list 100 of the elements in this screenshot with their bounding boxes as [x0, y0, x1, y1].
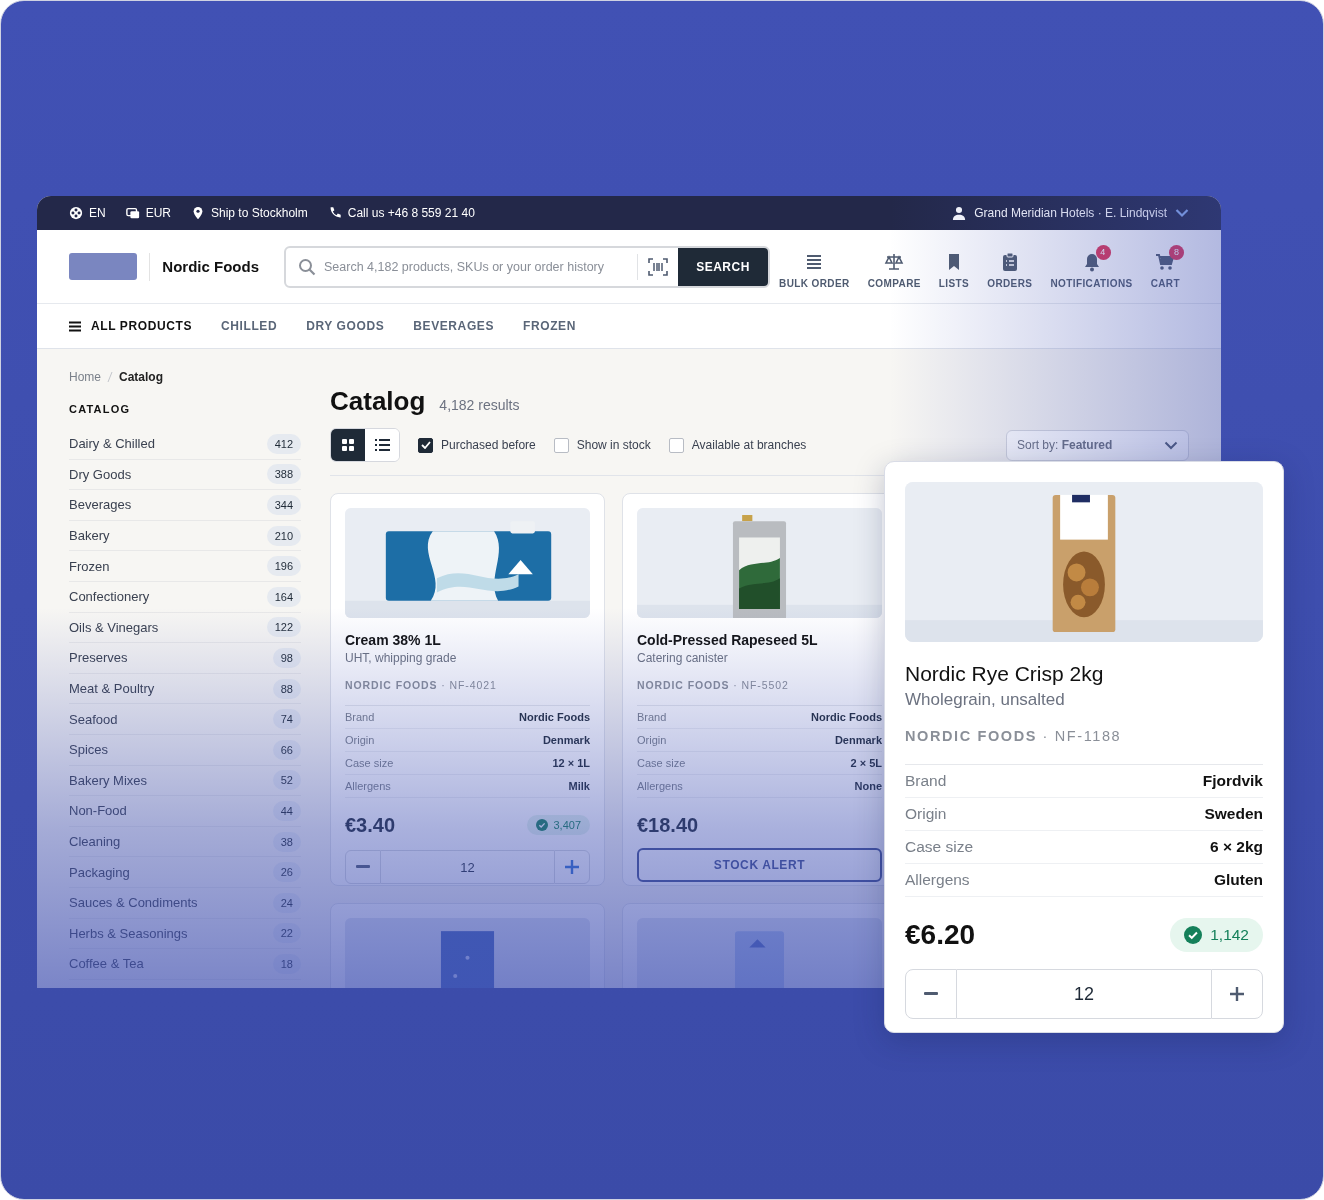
- page-title: Catalog: [330, 385, 426, 417]
- top-bar-link[interactable]: Ship to Stockholm: [211, 206, 308, 220]
- check-circle-icon: [1184, 926, 1203, 944]
- spec-label: Case size: [637, 757, 686, 769]
- spec-label: Brand: [637, 711, 667, 723]
- nav-tab[interactable]: ALL PRODUCTS: [69, 319, 192, 333]
- nav-tab[interactable]: FROZEN: [523, 319, 576, 333]
- count-badge: 164: [266, 586, 301, 607]
- spec-value: Gluten: [1213, 871, 1263, 889]
- category-item[interactable]: Oils & Vinegars 122: [69, 612, 301, 644]
- spec-value: 12 × 1L: [552, 757, 590, 769]
- category-item[interactable]: Frozen 196: [69, 551, 301, 582]
- spec-label: Brand: [905, 772, 947, 790]
- top-bar-link[interactable]: EN: [89, 206, 106, 220]
- breadcrumb-current: Catalog: [119, 370, 164, 384]
- category-item[interactable]: Non-Food 44: [69, 796, 301, 827]
- quantity-field[interactable]: 12: [381, 850, 554, 884]
- menu-icon: [69, 320, 81, 332]
- spec-value: 6 × 2kg: [1210, 838, 1263, 856]
- count-badge: 122: [266, 617, 301, 638]
- spec-value: 2 × 5L: [850, 757, 882, 769]
- globe-icon: [69, 206, 83, 220]
- spec-label: Origin: [637, 734, 667, 746]
- category-item[interactable]: Confectionery 164: [69, 581, 301, 613]
- category-item[interactable]: Dairy & Chilled 412: [69, 429, 301, 460]
- increase-button[interactable]: [554, 850, 590, 884]
- spec-label: Origin: [905, 805, 947, 823]
- search-button[interactable]: SEARCH: [678, 247, 768, 286]
- search-field[interactable]: Search 4,182 products, SKUs or your order history SEARCH: [284, 245, 770, 288]
- brand-sku: NORDIC FOODS · NF-5502: [637, 679, 790, 691]
- product-name: Cream 38% 1L: [345, 632, 442, 648]
- count-badge: 24: [272, 892, 301, 913]
- breadcrumb-separator: [107, 371, 113, 383]
- category-item[interactable]: Preserves 98: [69, 643, 301, 674]
- spec-value: Nordic Foods: [811, 711, 882, 723]
- spec-label: Allergens: [905, 871, 970, 889]
- account-menu[interactable]: Grand Meridian Hotels · E. Lindqvist: [952, 206, 1189, 220]
- category-item[interactable]: Meat & Poultry 88: [69, 673, 301, 705]
- checkmark-icon: [420, 441, 431, 449]
- toolbar-button[interactable]: COMPARE: [858, 244, 930, 289]
- product-subtitle: UHT, whipping grade: [345, 651, 458, 665]
- category-item[interactable]: Bakery Mixes 52: [69, 765, 301, 797]
- chevron-down-icon: [1175, 208, 1189, 218]
- brand-sku: NORDIC FOODS · NF-1188: [905, 728, 1123, 744]
- count-badge: 18: [272, 953, 301, 974]
- toolbar-button[interactable]: 4 NOTIFICATIONS: [1041, 244, 1142, 289]
- check-circle-icon: [536, 819, 549, 831]
- barcode-scan-icon: [648, 257, 668, 276]
- checkbox[interactable]: [668, 437, 684, 453]
- count-badge: 26: [272, 862, 301, 883]
- category-item[interactable]: Cleaning 38: [69, 826, 301, 858]
- nav-tab[interactable]: DRY GOODS: [306, 319, 385, 333]
- category-item[interactable]: Spices 66: [69, 734, 301, 766]
- toolbar-button[interactable]: 8 CART: [1141, 244, 1189, 289]
- category-item[interactable]: Bakery 210: [69, 520, 301, 552]
- price: €3.40: [345, 813, 396, 837]
- decrease-button[interactable]: [905, 969, 957, 1019]
- spec-value: None: [854, 780, 882, 792]
- sort-dropdown[interactable]: Sort by: Featured: [1006, 429, 1189, 461]
- decrease-button[interactable]: [345, 850, 381, 884]
- spec-label: Allergens: [345, 780, 391, 792]
- view-toggle[interactable]: [331, 429, 365, 461]
- category-item[interactable]: Dry Goods 388: [69, 459, 301, 491]
- spec-label: Case size: [905, 838, 974, 856]
- quantity-field[interactable]: 12: [957, 969, 1211, 1019]
- toolbar-button[interactable]: LISTS: [929, 244, 979, 289]
- cart-icon: [1155, 251, 1176, 272]
- filter-label: Available at branches: [691, 438, 807, 452]
- price: €6.20: [905, 919, 976, 951]
- category-item[interactable]: Packaging 26: [69, 857, 301, 888]
- breadcrumb-link[interactable]: Home: [69, 370, 101, 384]
- logo[interactable]: [69, 253, 138, 280]
- spec-value: Sweden: [1204, 805, 1263, 823]
- spec-label: Origin: [345, 734, 375, 746]
- count-badge: 66: [272, 739, 301, 760]
- stock-count: 3,407: [553, 819, 581, 831]
- count-badge: 412: [266, 433, 301, 454]
- toolbar-button[interactable]: ORDERS: [978, 244, 1042, 289]
- minus-icon: [356, 865, 370, 869]
- brand-name: Nordic Foods: [162, 258, 259, 275]
- count-badge: 52: [272, 770, 301, 791]
- category-item[interactable]: Seafood 74: [69, 704, 301, 735]
- category-item[interactable]: Beverages 344: [69, 490, 301, 521]
- count-badge: 44: [272, 800, 301, 821]
- checkbox[interactable]: [553, 437, 569, 453]
- top-bar-link[interactable]: EUR: [145, 206, 171, 220]
- plus-icon: [565, 860, 579, 874]
- count-badge: 98: [272, 647, 301, 668]
- increase-button[interactable]: [1211, 969, 1263, 1019]
- count-badge: 388: [266, 464, 301, 485]
- nav-tab[interactable]: BEVERAGES: [413, 319, 495, 333]
- filter-label: Purchased before: [441, 438, 536, 452]
- product-name: Cold-Pressed Rapeseed 5L: [637, 632, 819, 648]
- top-bar-link[interactable]: Call us +46 8 559 21 40: [347, 206, 475, 220]
- toolbar-button[interactable]: BULK ORDER: [770, 244, 859, 289]
- nav-tab[interactable]: CHILLED: [221, 319, 278, 333]
- count-badge: 196: [266, 556, 301, 577]
- count-badge: 8: [1169, 244, 1185, 260]
- checkbox[interactable]: [418, 437, 433, 453]
- product-subtitle: Catering canister: [637, 651, 729, 665]
